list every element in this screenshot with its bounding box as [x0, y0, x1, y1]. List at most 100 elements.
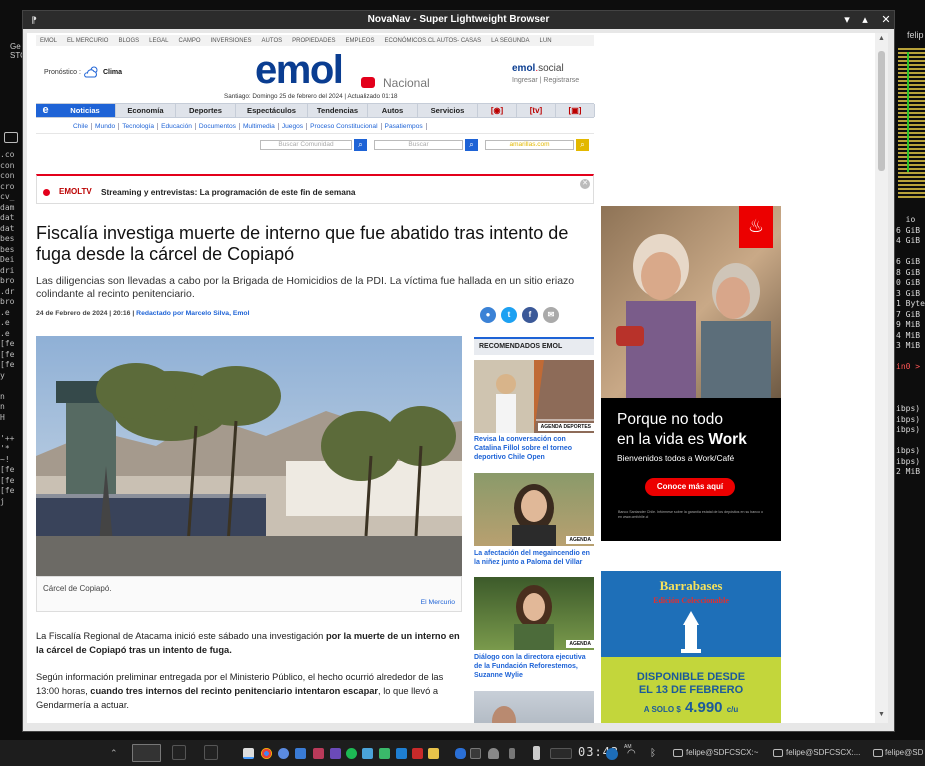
scroll-up-arrow-icon[interactable]: ▲ — [875, 35, 888, 42]
weather-forecast[interactable]: Pronóstico : Clima — [44, 66, 122, 78]
folder-icon[interactable] — [428, 748, 439, 759]
subnav-link[interactable]: Mundo — [92, 123, 120, 130]
subnav-link[interactable]: Multimedia — [239, 123, 279, 130]
taskbar-task-terminal-1[interactable]: felipe@SDFCSCX:~ — [686, 748, 758, 757]
rec-title[interactable]: Revisa la conversación con Catalina Fill… — [474, 435, 594, 462]
email-icon[interactable]: ✉ — [543, 307, 559, 323]
top-link[interactable]: BLOGS — [118, 38, 139, 44]
bluetooth-tray-icon[interactable]: ᛒ — [650, 748, 661, 759]
green-app-icon[interactable] — [379, 748, 390, 759]
mail-icon[interactable] — [470, 748, 481, 759]
chrome-icon[interactable] — [261, 748, 272, 759]
minimize-button[interactable]: ▾ — [839, 12, 855, 28]
top-link[interactable]: ECONÓMICOS.CL AUTOS- CASAS — [384, 38, 481, 44]
nav-economia[interactable]: Economía — [116, 104, 176, 117]
taskbar-task-terminal-3[interactable]: felipe@SD — [885, 748, 923, 757]
purple-app-icon[interactable] — [330, 748, 341, 759]
rec-title[interactable]: Diálogo con la directora ejecutiva de la… — [474, 653, 594, 680]
search-comunidad-button[interactable]: ⌕ — [354, 139, 367, 151]
subnav-link[interactable]: Documentos — [195, 123, 240, 130]
scroll-down-arrow-icon[interactable]: ▼ — [875, 711, 888, 718]
subnav-link[interactable]: Proceso Constitucional — [307, 123, 382, 130]
top-link[interactable]: AUTOS — [262, 38, 283, 44]
vertical-scrollbar[interactable]: ▲ ▼ — [875, 33, 888, 723]
vscode-icon[interactable] — [396, 748, 407, 759]
chromium-icon[interactable] — [278, 748, 289, 759]
blue-app-icon[interactable] — [295, 748, 306, 759]
nav-noticias[interactable]: Noticias — [55, 104, 116, 117]
search-button[interactable]: ⌕ — [465, 139, 478, 151]
scroll-up-chevron-icon[interactable]: ⌃ — [110, 748, 121, 759]
barrabases-ad[interactable]: Barrabases Edición Coleccionable DISPONI… — [601, 571, 781, 723]
twitter-icon[interactable]: t — [501, 307, 517, 323]
community-share-icon[interactable]: ● — [480, 307, 496, 323]
trophy-icon — [681, 611, 701, 653]
top-link[interactable]: LEGAL — [149, 38, 168, 44]
article-author[interactable]: Redactado por Marcelo Silva, Emol — [136, 310, 249, 317]
gallery-icon[interactable]: [▣] — [556, 104, 595, 117]
santander-ad[interactable]: ♨ Porque no todo en la vida es Work Bienv… — [601, 206, 781, 541]
filezilla-icon[interactable] — [412, 748, 423, 759]
close-icon[interactable]: ✕ — [580, 179, 590, 189]
rec-image[interactable] — [474, 691, 594, 723]
desktop-task-top-right[interactable]: felip — [907, 30, 924, 40]
clima-link[interactable]: Clima — [103, 69, 122, 76]
top-link[interactable]: LUN — [540, 38, 552, 44]
rec-title[interactable]: La afectación del megaincendio en la niñ… — [474, 549, 594, 567]
nav-espectaculos[interactable]: Espectáculos — [236, 104, 308, 117]
rec-image[interactable]: AGENDA — [474, 473, 594, 546]
ticker-text[interactable]: Streaming y entrevistas: La programación… — [101, 187, 356, 197]
rec-image[interactable]: AGENDA DEPORTES — [474, 360, 594, 433]
night-mode-icon[interactable] — [606, 748, 618, 760]
workspace-1-thumbnail[interactable] — [132, 744, 161, 762]
bluetooth-icon[interactable] — [455, 748, 466, 759]
lock-icon[interactable] — [488, 748, 499, 759]
taskbar-task-terminal-2[interactable]: felipe@SDFCSCX:... — [786, 748, 860, 757]
top-link[interactable]: CAMPO — [179, 38, 201, 44]
share-buttons: ● t f ✉ — [480, 307, 559, 323]
amarillas-input[interactable]: amarillas.com — [485, 140, 574, 150]
maximize-button[interactable]: ▴ — [857, 12, 873, 28]
ad-cta-button[interactable]: Conoce más aquí — [645, 478, 735, 496]
nav-deportes[interactable]: Deportes — [176, 104, 236, 117]
wifi-icon[interactable]: ◠ — [627, 748, 638, 759]
nav-tendencias[interactable]: Tendencias — [308, 104, 368, 117]
subnav-link[interactable]: Pasatiempos — [381, 123, 427, 130]
top-link[interactable]: PROPIEDADES — [292, 38, 335, 44]
terminal-icon[interactable] — [4, 132, 18, 143]
emol-social-logo[interactable]: emol.social — [512, 63, 564, 74]
scroll-thumb[interactable] — [878, 51, 885, 171]
workspace-2-thumbnail[interactable] — [172, 745, 186, 760]
top-link[interactable]: EL MERCURIO — [67, 38, 108, 44]
radio-icon[interactable]: [◉] — [478, 104, 517, 117]
tv-icon[interactable]: [tv] — [517, 104, 556, 117]
emol-logo[interactable]: emol — [255, 48, 344, 92]
top-link[interactable]: EMOL — [40, 38, 57, 44]
top-link[interactable]: EMPLEOS — [345, 38, 374, 44]
display-icon[interactable] — [243, 748, 254, 759]
facebook-icon[interactable]: f — [522, 307, 538, 323]
top-link[interactable]: LA SEGUNDA — [491, 38, 529, 44]
nav-autos[interactable]: Autos — [368, 104, 418, 117]
spotify-icon[interactable] — [346, 748, 357, 759]
notes-icon[interactable] — [362, 748, 373, 759]
login-register-links[interactable]: Ingresar | Registrarse — [512, 77, 579, 84]
workspace-3-thumbnail[interactable] — [204, 745, 218, 760]
close-button[interactable]: ✕ — [878, 12, 894, 28]
home-icon[interactable]: e — [36, 104, 55, 117]
subnav-link[interactable]: Tecnología — [119, 123, 159, 130]
subnav-link[interactable]: Educación — [158, 123, 196, 130]
usb-icon[interactable] — [509, 748, 515, 759]
top-link[interactable]: INVERSIONES — [211, 38, 252, 44]
terminal-graph — [898, 48, 925, 198]
emoltv-ticker[interactable]: EMOLTV Streaming y entrevistas: La progr… — [36, 174, 594, 204]
red-app-icon[interactable] — [313, 748, 324, 759]
search-input[interactable]: Buscar — [374, 140, 463, 150]
search-comunidad-input[interactable]: Buscar Comunidad — [260, 140, 352, 150]
subnav-link[interactable]: Juegos — [278, 123, 308, 130]
title-bar[interactable]: ⁋ NovaNav - Super Lightweight Browser ▾ … — [23, 11, 894, 29]
amarillas-search-button[interactable]: ⌕ — [576, 139, 589, 151]
subnav-link[interactable]: Chile — [70, 123, 93, 130]
nav-servicios[interactable]: Servicios — [418, 104, 478, 117]
rec-image[interactable]: AGENDA — [474, 577, 594, 650]
